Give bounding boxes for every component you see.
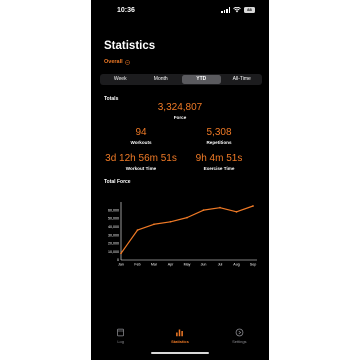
workouts-label: Workouts — [130, 140, 152, 145]
data-point — [136, 229, 139, 231]
x-tick-label: Apr — [168, 263, 174, 267]
tab-bar: Log Statistics Settings — [91, 325, 269, 355]
status-bar: 10:36 88 — [91, 0, 269, 22]
total-force-chart: 0 10,000 20,000 30,000 40,000 50,000 60,000 Jan… — [91, 192, 269, 272]
data-point — [120, 252, 122, 255]
x-tick-label: Mar — [151, 263, 158, 267]
repetitions-label: Repetitions — [206, 140, 232, 145]
y-tick-label: 10,000 — [108, 250, 119, 254]
tab-statistics-label: Statistics — [171, 339, 189, 344]
y-tick-label: 30,000 — [108, 233, 119, 237]
data-point — [186, 216, 188, 219]
home-indicator — [151, 352, 209, 354]
x-tick-label: Jun — [201, 263, 207, 267]
scope-selector[interactable]: Overall — [104, 59, 130, 65]
y-tick-label: 60,000 — [108, 208, 119, 212]
tab-all-time[interactable]: All-Time — [223, 75, 262, 84]
tab-settings[interactable]: Settings — [210, 325, 269, 355]
x-tick-label: Jul — [218, 263, 223, 267]
workout-time-value: 3d 12h 56m 51s — [105, 153, 177, 164]
repetitions-value: 5,308 — [206, 127, 232, 138]
period-segmented-control: Week Month YTD All-Time — [100, 74, 262, 85]
data-point — [202, 209, 205, 212]
workout-time-label: Workout Time — [125, 166, 157, 171]
tab-log-label: Log — [117, 339, 124, 344]
force-label: Force — [173, 115, 187, 120]
tab-statistics[interactable]: Statistics — [150, 325, 209, 355]
x-tick-label: May — [184, 263, 191, 267]
phone-screen: 10:36 88 Statistics Overall Week Month Y… — [91, 0, 269, 360]
scope-label: Overall — [104, 59, 123, 65]
tab-log[interactable]: Log — [91, 325, 150, 355]
workouts-value: 94 — [135, 127, 147, 138]
exercise-time-label: Exercise Time — [203, 166, 235, 171]
log-icon — [117, 328, 125, 337]
y-tick-label: 40,000 — [108, 225, 119, 229]
data-point — [252, 205, 254, 207]
status-icons: 88 — [221, 7, 255, 13]
y-tick-label: 50,000 — [108, 217, 119, 221]
x-tick-label: Feb — [134, 263, 140, 267]
settings-icon — [235, 328, 244, 337]
chart-section-label: Total Force — [104, 179, 131, 185]
data-point — [219, 206, 221, 209]
bar-chart-icon — [176, 329, 184, 337]
battery-icon: 88 — [244, 7, 255, 13]
exercise-time-value: 9h 4m 51s — [195, 153, 243, 164]
tab-month[interactable]: Month — [142, 75, 181, 84]
data-point — [235, 210, 238, 213]
line-chart: 010,00020,00030,00040,00050,00060,000Jan… — [108, 202, 257, 267]
x-tick-label: Jan — [118, 263, 124, 267]
x-tick-label: Sep — [250, 263, 256, 267]
series-line — [120, 205, 254, 254]
cellular-signal-icon — [221, 7, 230, 13]
page-title: Statistics — [104, 40, 156, 52]
x-tick-label: Aug — [233, 263, 239, 267]
tab-week[interactable]: Week — [101, 75, 140, 84]
wifi-icon — [233, 7, 241, 13]
tab-ytd[interactable]: YTD — [182, 75, 221, 84]
data-point — [169, 220, 172, 223]
force-value: 3,324,807 — [157, 102, 203, 113]
data-point — [153, 223, 155, 226]
totals-section-label: Totals — [104, 96, 119, 102]
tab-settings-label: Settings — [232, 339, 247, 344]
status-time: 10:36 — [117, 7, 135, 14]
y-tick-label: 20,000 — [108, 242, 119, 246]
chevron-circle-icon — [124, 59, 130, 65]
